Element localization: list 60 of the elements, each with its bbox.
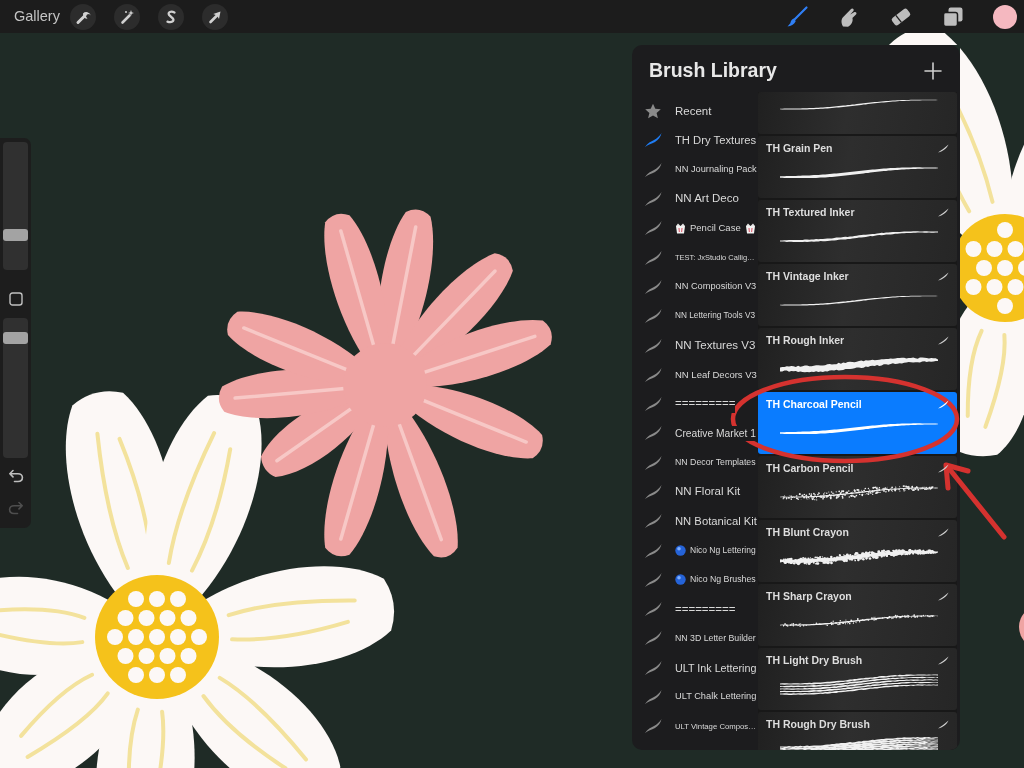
brush-item[interactable]: TH Blunt Crayon xyxy=(758,520,957,582)
slider-track[interactable] xyxy=(3,318,28,458)
brush-stroke-icon xyxy=(937,719,949,729)
plus-icon xyxy=(924,61,942,80)
brush-stroke-icon xyxy=(937,655,949,665)
brush-set-item[interactable]: TH Dry Textures xyxy=(632,125,758,156)
brush-set-item[interactable]: NN Art Deco xyxy=(632,184,758,214)
slider-track[interactable] xyxy=(3,142,28,270)
brush-stroke-icon xyxy=(937,207,949,217)
slider-thumb[interactable] xyxy=(3,331,28,344)
slider-thumb[interactable] xyxy=(3,229,28,242)
brush-stroke-icon xyxy=(937,591,949,601)
brush-set-item[interactable]: Recent xyxy=(632,96,758,126)
brush-stroke-icon xyxy=(937,527,949,537)
brush-set-item[interactable]: NN Textures V3 xyxy=(632,330,758,361)
brush-set-item[interactable]: Nico Ng Brushes xyxy=(632,565,758,595)
brush-set-item[interactable]: NN Floral Kit xyxy=(632,477,758,507)
box-icon xyxy=(675,222,686,234)
brush-stroke-icon xyxy=(937,335,949,345)
brush-item[interactable]: TH Rough Inker xyxy=(758,328,957,390)
brush-set-item[interactable]: ULT Chalk Lettering xyxy=(632,682,758,712)
panel-title: Brush Library xyxy=(649,57,777,83)
s-curve-icon[interactable] xyxy=(157,3,184,30)
brush-set-item[interactable]: ========= xyxy=(632,594,758,624)
brush-set-item[interactable]: Pencil Case xyxy=(632,213,758,243)
brush-set-item[interactable]: NN Leaf Decors V3 xyxy=(632,360,758,390)
brush-set-item[interactable]: NN Composition V3 xyxy=(632,272,758,302)
brush-item[interactable]: TH Carbon Pencil xyxy=(758,456,957,518)
brush-set-item[interactable]: ========= xyxy=(632,389,758,419)
magic-wand-icon[interactable] xyxy=(113,3,140,30)
brush-stroke-icon xyxy=(937,399,949,409)
brush-set-item[interactable]: NN Lettering Tools V3 xyxy=(632,301,758,331)
undo-icon[interactable] xyxy=(7,469,24,483)
brush-item[interactable]: TH Sharp Crayon xyxy=(758,584,957,646)
wrench-icon[interactable] xyxy=(69,3,96,30)
brush-stroke-icon xyxy=(937,271,949,281)
square-icon[interactable] xyxy=(8,292,23,306)
add-button[interactable] xyxy=(924,61,942,80)
brush-set-item[interactable]: Nico Ng Lettering xyxy=(632,535,758,566)
brush-icon[interactable] xyxy=(785,4,809,29)
brush-item[interactable]: TH Grain Pen xyxy=(758,136,957,198)
color-swatch-icon[interactable] xyxy=(993,4,1017,29)
dot-icon xyxy=(675,545,686,557)
brush-item[interactable]: TH Light Dry Brush xyxy=(758,648,957,710)
brush-item[interactable]: TH Rough Dry Brush xyxy=(758,712,957,750)
brush-set-item[interactable]: NN Journaling Pack xyxy=(632,155,758,185)
brush-item[interactable]: TH Textured Inker xyxy=(758,200,957,262)
brush-stroke-icon xyxy=(937,143,949,153)
brush-item[interactable] xyxy=(758,92,957,134)
brush-set-item[interactable]: Creative Market 1 xyxy=(632,418,758,449)
dot-icon xyxy=(675,574,686,586)
brush-stroke-icon xyxy=(937,463,949,473)
brush-set-item[interactable]: ULT Ink Lettering xyxy=(632,653,758,683)
brush-set-item[interactable]: NN Botanical Kit xyxy=(632,506,758,536)
brush-item[interactable]: TH Charcoal Pencil xyxy=(758,392,957,454)
box-icon xyxy=(744,222,756,234)
brush-set-item[interactable]: NN 3D Letter Builder xyxy=(632,623,758,654)
brush-set-item[interactable]: NN Decor Templates xyxy=(632,448,758,478)
gallery-button[interactable]: Gallery xyxy=(14,9,60,24)
brush-item[interactable]: TH Vintage Inker xyxy=(758,264,957,326)
